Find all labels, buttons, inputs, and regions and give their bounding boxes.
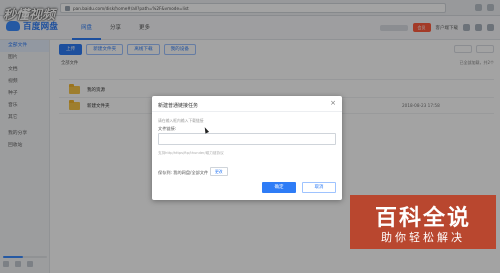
badge-sub-text: 助你轻松解决	[381, 231, 465, 244]
dialog-hint: 请在输入框内输入下载链接	[158, 118, 204, 123]
confirm-button[interactable]: 确定	[262, 182, 296, 193]
dialog-divider	[152, 111, 342, 112]
dialog-title: 新建普通链接任务	[158, 103, 199, 109]
save-to-path: 保存到: 我的网盘/全部文件	[158, 170, 209, 175]
close-icon[interactable]: ×	[330, 100, 336, 107]
link-label: 文件链接:	[158, 126, 177, 131]
watermark-badge: 百科全说 助你轻松解决	[350, 195, 496, 249]
link-input[interactable]	[158, 133, 336, 145]
protocol-help: 支持http/https/ftp/thunder/磁力链协议	[158, 151, 224, 155]
new-link-task-dialog: 新建普通链接任务 × 请在输入框内输入下载链接 文件链接: 支持http/htt…	[152, 96, 342, 200]
change-path-button[interactable]: 更改	[210, 167, 228, 176]
cancel-button[interactable]: 取消	[302, 182, 336, 193]
badge-main-text: 百科全说	[374, 206, 471, 231]
